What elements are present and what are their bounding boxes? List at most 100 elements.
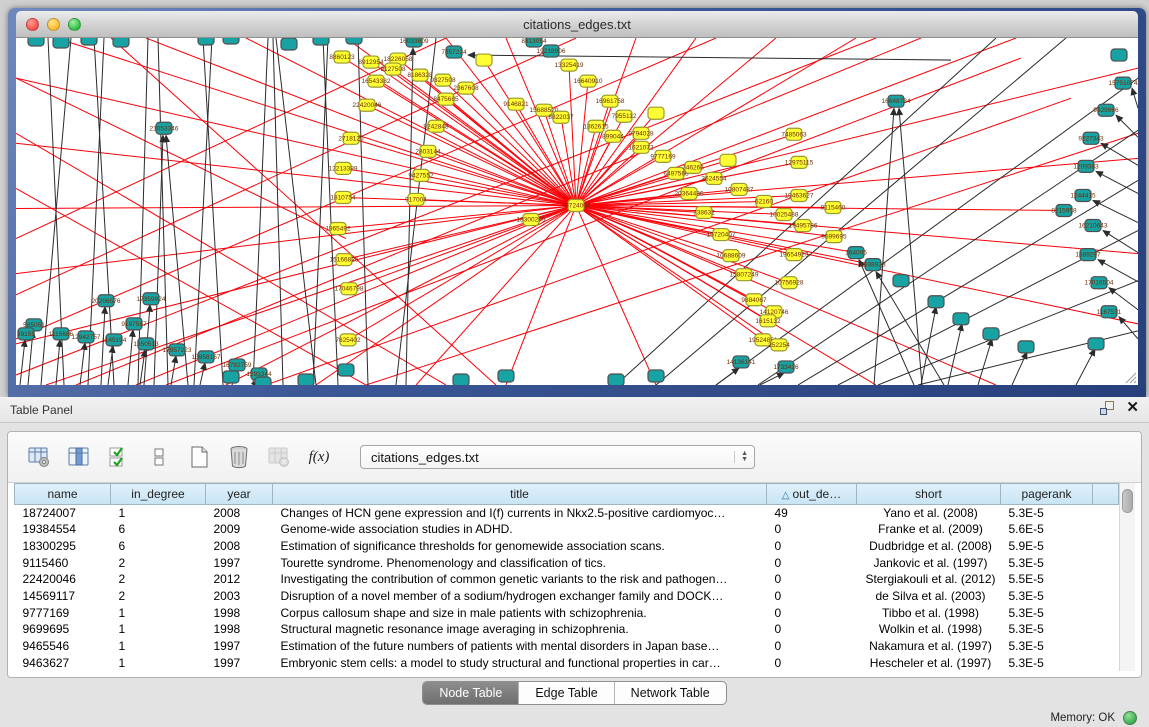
table-cell[interactable]: Franke et al. (2009) xyxy=(857,521,1001,538)
network-node[interactable] xyxy=(298,374,314,385)
table-cell[interactable]: 5.3E-5 xyxy=(1001,621,1093,638)
network-node[interactable]: 1115686 xyxy=(49,328,74,340)
network-node[interactable]: 19495786 xyxy=(789,220,818,232)
table-cell[interactable]: 2008 xyxy=(206,505,273,522)
table-row[interactable]: 977716911998Corpus callosum shape and si… xyxy=(15,604,1119,621)
network-node[interactable]: 39159 xyxy=(17,328,35,340)
table-cell[interactable]: 2012 xyxy=(206,571,273,588)
table-cell[interactable]: 0 xyxy=(767,621,857,638)
create-table-icon[interactable] xyxy=(186,444,212,470)
table-cell[interactable]: 5.3E-5 xyxy=(1001,604,1093,621)
tab-network-table[interactable]: Network Table xyxy=(615,682,726,704)
resize-grip-icon[interactable] xyxy=(1123,370,1137,384)
table-cell[interactable]: Investigating the contribution of common… xyxy=(273,571,767,588)
table-cell[interactable]: Estimation of significance thresholds fo… xyxy=(273,538,767,555)
table-cell[interactable]: Embryonic stem cells: a model to study s… xyxy=(273,654,767,671)
table-cell[interactable]: Corpus callosum shape and size in male p… xyxy=(273,604,767,621)
table-cell[interactable]: 1 xyxy=(111,505,206,522)
table-cell[interactable]: 9777169 xyxy=(15,604,111,621)
table-select-dropdown[interactable]: citations_edges.txt ▲▼ xyxy=(360,445,755,469)
network-node[interactable] xyxy=(498,370,514,382)
column-header-year[interactable]: year xyxy=(206,484,273,505)
table-cell[interactable]: 1 xyxy=(111,654,206,671)
network-node[interactable]: 13325419 xyxy=(555,59,584,71)
table-row[interactable]: 1456911722003Disruption of a novel membe… xyxy=(15,588,1119,605)
column-header-short[interactable]: short xyxy=(857,484,1001,505)
network-node[interactable]: 899044 xyxy=(602,130,624,142)
table-cell[interactable]: 0 xyxy=(767,521,857,538)
table-cell[interactable]: 5.3E-5 xyxy=(1001,554,1093,571)
table-row[interactable]: 1938455462009Genome-wide association stu… xyxy=(15,521,1119,538)
network-node[interactable]: 9329966 xyxy=(1093,104,1119,116)
network-node[interactable]: 12213389 xyxy=(329,162,358,174)
table-row[interactable]: 2242004622012Investigating the contribut… xyxy=(15,571,1119,588)
network-node[interactable]: 21053346 xyxy=(150,122,179,134)
network-node[interactable]: 8215958 xyxy=(1051,204,1077,216)
citation-network-graph[interactable]: 1830029588601238912954182260589127508165… xyxy=(16,38,1138,385)
network-node[interactable]: 2803144 xyxy=(415,145,441,157)
table-cell[interactable]: 5.3E-5 xyxy=(1001,654,1093,671)
network-node[interactable]: 9227343 xyxy=(1078,132,1104,144)
network-node[interactable]: 9146821 xyxy=(503,98,529,110)
network-node[interactable]: 164095 xyxy=(845,247,867,259)
table-cell[interactable]: 9463627 xyxy=(15,654,111,671)
selection-mode-icon[interactable] xyxy=(106,444,132,470)
network-window-frame[interactable]: citations_edges.txt 18300295886012389129… xyxy=(8,8,1146,397)
table-cell[interactable]: Nakamura et al. (1997) xyxy=(857,638,1001,655)
table-cell[interactable]: Hescheler et al. (1997) xyxy=(857,654,1001,671)
column-header-name[interactable]: name xyxy=(15,484,111,505)
network-node[interactable]: 7625402 xyxy=(335,334,361,346)
network-node[interactable] xyxy=(113,38,129,47)
network-node[interactable]: 16648784 xyxy=(882,95,911,107)
table-cell[interactable]: Tibbo et al. (1998) xyxy=(857,604,1001,621)
network-node[interactable]: 917004 xyxy=(405,193,427,205)
row-height-icon[interactable] xyxy=(146,444,172,470)
network-node[interactable]: 8813054 xyxy=(521,38,547,47)
table-cell[interactable]: 1 xyxy=(111,621,206,638)
network-node[interactable] xyxy=(983,328,999,340)
table-cell[interactable]: Estimation of the future numbers of pati… xyxy=(273,638,767,655)
network-node[interactable] xyxy=(28,38,44,46)
network-node[interactable]: 15751074 xyxy=(1109,77,1138,89)
network-node[interactable] xyxy=(893,275,909,287)
table-cell[interactable]: de Silva et al. (2003) xyxy=(857,588,1001,605)
network-node[interactable] xyxy=(648,107,664,119)
network-node[interactable]: 738632 xyxy=(693,206,715,218)
table-cell[interactable]: Changes of HCN gene expression and I(f) … xyxy=(273,505,767,522)
network-node[interactable] xyxy=(338,364,354,376)
table-cell[interactable]: 9115460 xyxy=(15,554,111,571)
table-row[interactable]: 1830029562008Estimation of significance … xyxy=(15,538,1119,555)
table-cell[interactable]: 2 xyxy=(111,554,206,571)
table-cell[interactable]: 18300295 xyxy=(15,538,111,555)
network-node[interactable]: 252254 xyxy=(768,339,790,351)
table-cell[interactable]: 0 xyxy=(767,571,857,588)
network-node[interactable]: 17016504 xyxy=(1085,277,1114,289)
network-node[interactable]: 9699695 xyxy=(821,231,847,243)
network-node[interactable]: 12975115 xyxy=(785,156,814,168)
table-cell[interactable]: 1 xyxy=(111,604,206,621)
network-node[interactable]: 16961758 xyxy=(596,95,625,107)
table-cell[interactable]: Wolkin et al. (1998) xyxy=(857,621,1001,638)
table-settings-icon[interactable] xyxy=(26,444,52,470)
network-node[interactable]: 1965492 xyxy=(325,223,351,235)
network-node[interactable]: 16033809 xyxy=(400,38,429,47)
network-node[interactable]: 746266 xyxy=(682,161,704,173)
network-node[interactable] xyxy=(476,54,492,66)
network-node[interactable] xyxy=(1088,338,1104,350)
table-cell[interactable]: 0 xyxy=(767,638,857,655)
network-node[interactable]: 10807487 xyxy=(725,183,754,195)
network-node[interactable]: 9794028 xyxy=(628,127,654,139)
network-window-titlebar[interactable]: citations_edges.txt xyxy=(16,11,1138,38)
network-node[interactable]: 8475685 xyxy=(433,93,459,105)
network-node[interactable]: 16210643 xyxy=(1079,220,1108,232)
network-node[interactable]: 1733426 xyxy=(773,361,799,373)
table-cell[interactable]: 9699695 xyxy=(15,621,111,638)
network-node[interactable] xyxy=(1111,49,1127,61)
table-cell[interactable]: Yano et al. (2008) xyxy=(857,505,1001,522)
network-node[interactable] xyxy=(648,370,664,382)
table-cell[interactable]: 6 xyxy=(111,538,206,555)
network-node[interactable] xyxy=(53,38,69,48)
column-header-out_de…[interactable]: △out_de… xyxy=(767,484,857,505)
network-node[interactable]: 10756928 xyxy=(775,277,804,289)
show-columns-icon[interactable] xyxy=(66,444,92,470)
